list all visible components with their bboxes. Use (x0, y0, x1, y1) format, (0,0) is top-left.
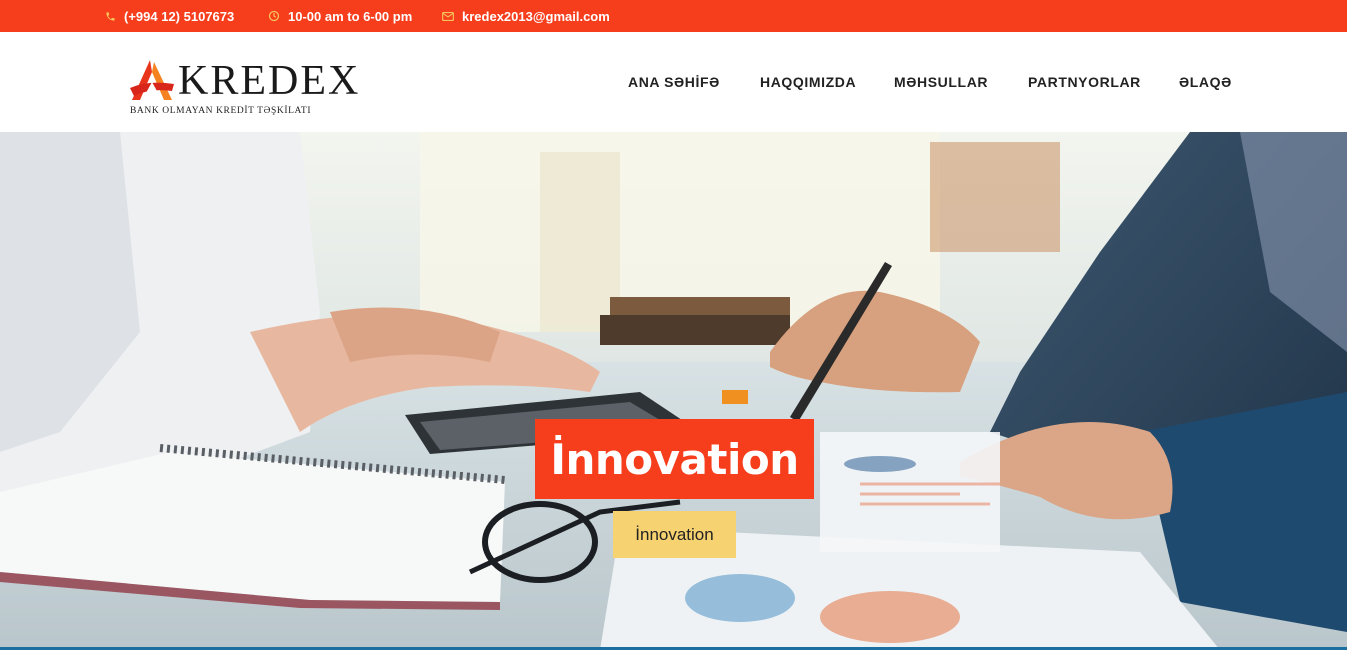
phone-info[interactable]: (+994 12) 5107673 (104, 0, 234, 32)
hero-innovation-button[interactable]: İnnovation (613, 511, 736, 558)
email-text: kredex2013@gmail.com (462, 8, 610, 24)
logo-subtitle: BANK OLMAYAN KREDİT TƏŞKİLATI (130, 106, 312, 116)
hours-text: 10-00 am to 6-00 pm (288, 8, 413, 24)
email-info[interactable]: kredex2013@gmail.com (442, 0, 610, 32)
kredex-logo[interactable]: KREDEX BANK OLMAYAN KREDİT TƏŞKİLATI (128, 58, 368, 120)
envelope-icon (442, 10, 454, 22)
hero-background-image (0, 132, 1347, 650)
hero-banner: İnnovation İnnovation (0, 132, 1347, 650)
top-info-bar: (+994 12) 5107673 10-00 am to 6-00 pm kr… (0, 0, 1347, 32)
phone-text: (+994 12) 5107673 (124, 8, 235, 24)
logo-mark-icon (130, 60, 174, 100)
clock-icon (268, 10, 280, 22)
hero-title: İnnovation (550, 434, 799, 484)
nav-item-about[interactable]: HAQQIMIZDA (760, 74, 856, 90)
logo-name: KREDEX (178, 58, 361, 104)
hero-title-box: İnnovation (535, 419, 814, 499)
nav-item-partners[interactable]: PARTNYORLAR (1028, 74, 1141, 90)
nav-item-products[interactable]: MƏHSULLAR (894, 74, 988, 90)
hours-info: 10-00 am to 6-00 pm (268, 0, 412, 32)
site-header: KREDEX BANK OLMAYAN KREDİT TƏŞKİLATI ANA… (0, 32, 1347, 132)
nav-item-home[interactable]: ANA SƏHİFƏ (628, 74, 720, 90)
phone-icon (104, 10, 116, 22)
nav-item-contact[interactable]: ƏLAQƏ (1179, 74, 1232, 90)
